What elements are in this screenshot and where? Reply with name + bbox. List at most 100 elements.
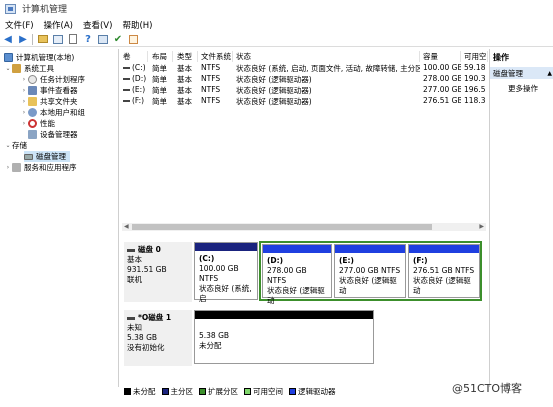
- tree-item-device-manager[interactable]: 设备管理器: [28, 129, 78, 140]
- tree-item-local-users[interactable]: › 本地用户和组: [20, 107, 85, 118]
- shared-folder-icon: [28, 97, 37, 106]
- disk0-size: 931.51 GB: [127, 265, 167, 274]
- legend-swatch-unallocated: [124, 387, 131, 395]
- window-title: 计算机管理: [22, 5, 68, 15]
- disk1-type: 未知: [127, 323, 142, 332]
- menu-action[interactable]: 操作(A): [39, 19, 78, 31]
- partition-e[interactable]: (E:) 277.00 GB NTFS 状态良好 (逻辑驱动: [334, 244, 406, 298]
- expand-icon[interactable]: ›: [20, 98, 28, 105]
- computer-icon: [4, 53, 13, 62]
- computer-management-icon: [5, 3, 16, 14]
- col-type[interactable]: 类型: [174, 51, 198, 62]
- watermark: @51CTO博客: [452, 382, 523, 395]
- collapse-icon[interactable]: ⌄: [4, 65, 12, 72]
- forward-icon[interactable]: ▶: [16, 33, 30, 46]
- horizontal-scrollbar[interactable]: ◀ ▶: [122, 223, 486, 231]
- disk-graphical-view: 磁盘 0 基本 931.51 GB 联机 (C:) 100.00 GB NTFS…: [120, 239, 488, 389]
- disk-management-pane: 卷 布局 类型 文件系统 状态 容量 可用空 (C:) 简单 基本 NTFS 状…: [120, 49, 488, 389]
- disk0-status: 联机: [127, 275, 142, 284]
- logical-drive-bar: [335, 245, 405, 253]
- unallocated-bar: [195, 311, 373, 319]
- show-hide-tree-icon[interactable]: [51, 33, 65, 46]
- title-bar: 计算机管理: [0, 0, 553, 17]
- partition-unallocated[interactable]: 5.38 GB 未分配: [194, 310, 374, 364]
- performance-icon: [28, 119, 37, 128]
- disk0-name: 磁盘 0: [138, 245, 161, 254]
- scroll-thumb[interactable]: [132, 224, 432, 230]
- disk1-name: *O磁盘 1: [138, 313, 172, 322]
- back-icon[interactable]: ◀: [1, 33, 15, 46]
- scroll-left-icon[interactable]: ◀: [124, 223, 129, 230]
- legend-swatch-primary: [161, 387, 169, 395]
- volume-icon: [123, 67, 130, 69]
- properties-icon[interactable]: [66, 33, 80, 46]
- expand-icon[interactable]: ›: [20, 76, 28, 83]
- navigation-tree: 计算机管理(本地) ⌄ 系统工具 › 任务计划程序 › 事件查看器 › 共享文件…: [0, 49, 119, 387]
- col-free[interactable]: 可用空: [461, 51, 488, 62]
- collapse-icon[interactable]: ▲: [547, 70, 552, 77]
- device-manager-icon: [28, 130, 37, 139]
- primary-partition-bar: [195, 243, 257, 251]
- expand-icon[interactable]: ›: [20, 109, 28, 116]
- disk1-info[interactable]: *O磁盘 1 未知 5.38 GB 没有初始化: [124, 310, 192, 366]
- check-icon[interactable]: ✔: [111, 33, 125, 46]
- partition-f[interactable]: (F:) 276.51 GB NTFS 状态良好 (逻辑驱动: [408, 244, 480, 298]
- up-folder-icon[interactable]: [36, 33, 50, 46]
- toolbar: ◀ ▶ ? ✔: [0, 32, 553, 47]
- disk1-size: 5.38 GB: [127, 333, 158, 342]
- logical-drive-bar: [263, 245, 331, 253]
- tree-system-tools[interactable]: ⌄ 系统工具: [4, 63, 54, 74]
- legend-swatch-free: [244, 387, 251, 395]
- volume-icon: [123, 89, 130, 91]
- expand-icon[interactable]: ›: [20, 120, 28, 127]
- disk-icon: [127, 316, 135, 320]
- refresh-icon[interactable]: [96, 33, 110, 46]
- clock-icon: [28, 75, 37, 84]
- col-capacity[interactable]: 容量: [420, 51, 461, 62]
- col-status[interactable]: 状态: [233, 51, 420, 62]
- tools-icon: [12, 64, 21, 73]
- event-viewer-icon: [28, 86, 37, 95]
- tree-item-disk-management[interactable]: 磁盘管理: [24, 151, 70, 162]
- logical-drive-bar: [409, 245, 479, 253]
- legend-swatch-logical: [289, 387, 296, 395]
- table-row[interactable]: (F:) 简单 基本 NTFS 状态良好 (逻辑驱动器) 276.51 GB 1…: [120, 96, 488, 106]
- users-icon: [28, 108, 37, 117]
- action-more[interactable]: 更多操作: [508, 83, 538, 94]
- scroll-right-icon[interactable]: ▶: [479, 223, 484, 230]
- table-row[interactable]: (D:) 简单 基本 NTFS 状态良好 (逻辑驱动器) 278.00 GB 1…: [120, 74, 488, 84]
- delete-icon[interactable]: [126, 33, 140, 46]
- volume-icon: [123, 78, 130, 80]
- volume-icon: [123, 100, 130, 102]
- collapse-icon[interactable]: ⌄: [4, 142, 12, 149]
- tree-storage[interactable]: ⌄ 存储: [4, 140, 27, 151]
- tree-services[interactable]: › 服务和应用程序: [4, 162, 77, 173]
- menu-view[interactable]: 查看(V): [78, 19, 117, 31]
- tree-root[interactable]: 计算机管理(本地): [4, 52, 74, 63]
- menu-bar: 文件(F) 操作(A) 查看(V) 帮助(H): [0, 17, 553, 32]
- disk-icon: [24, 153, 33, 160]
- actions-header: 操作: [493, 53, 509, 62]
- table-row[interactable]: (C:) 简单 基本 NTFS 状态良好 (系统, 启动, 页面文件, 活动, …: [120, 63, 488, 73]
- tree-item-event-viewer[interactable]: › 事件查看器: [20, 85, 78, 96]
- disk1-status: 没有初始化: [127, 343, 165, 352]
- expand-icon[interactable]: ›: [4, 164, 12, 171]
- services-icon: [12, 163, 21, 172]
- disk0-info[interactable]: 磁盘 0 基本 931.51 GB 联机: [124, 242, 192, 302]
- tree-item-performance[interactable]: › 性能: [20, 118, 55, 129]
- partition-d[interactable]: (D:) 278.00 GB NTFS 状态良好 (逻辑驱动: [262, 244, 332, 305]
- col-volume[interactable]: 卷: [120, 51, 148, 62]
- expand-icon[interactable]: ›: [20, 87, 28, 94]
- tree-item-task-scheduler[interactable]: › 任务计划程序: [20, 74, 85, 85]
- col-layout[interactable]: 布局: [149, 51, 173, 62]
- disk-icon: [127, 248, 135, 252]
- menu-help[interactable]: 帮助(H): [117, 19, 157, 31]
- help-icon[interactable]: ?: [81, 33, 95, 46]
- actions-pane: 操作 磁盘管理 ▲ 更多操作: [489, 49, 553, 387]
- menu-file[interactable]: 文件(F): [0, 19, 39, 31]
- partition-c[interactable]: (C:) 100.00 GB NTFS 状态良好 (系统, 启: [194, 242, 258, 303]
- action-disk-management[interactable]: 磁盘管理 ▲: [490, 67, 553, 79]
- col-filesystem[interactable]: 文件系统: [198, 51, 233, 62]
- table-row[interactable]: (E:) 简单 基本 NTFS 状态良好 (逻辑驱动器) 277.00 GB 1…: [120, 85, 488, 95]
- tree-item-shared-folders[interactable]: › 共享文件夹: [20, 96, 78, 107]
